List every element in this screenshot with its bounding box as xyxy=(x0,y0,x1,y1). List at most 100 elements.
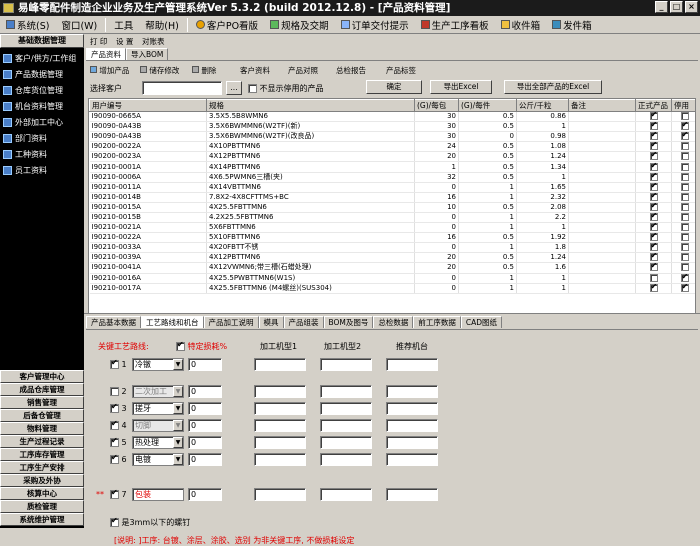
official-product-checkbox[interactable] xyxy=(635,192,672,203)
checkbox[interactable] xyxy=(680,122,689,131)
sidebar-section-process-scheduling[interactable]: 工序生产安排 xyxy=(0,461,84,474)
disabled-checkbox[interactable] xyxy=(671,262,695,274)
table-cell[interactable]: 0 xyxy=(414,242,459,254)
table-cell[interactable]: 0 xyxy=(414,212,459,224)
checkbox[interactable] xyxy=(680,162,689,171)
table-cell[interactable]: 1.24 xyxy=(516,151,569,163)
process-select[interactable]: 电镀 ▼ xyxy=(132,453,184,466)
table-cell[interactable]: I90210-0039A xyxy=(89,252,207,264)
process-select[interactable]: 冷镦 ▼ xyxy=(132,358,184,371)
table-cell[interactable]: 2.08 xyxy=(516,202,569,213)
table-cell[interactable]: I90200-0022A xyxy=(89,141,207,153)
table-cell[interactable]: 0 xyxy=(414,182,459,193)
table-cell[interactable]: 4X12PBTTMN6 xyxy=(206,151,415,163)
table-cell[interactable] xyxy=(568,283,636,294)
machine-type2-input[interactable] xyxy=(320,402,372,415)
menu-process-board[interactable]: 生产工序看板 xyxy=(415,17,495,33)
menu-spec[interactable]: 规格及交期 xyxy=(264,17,335,33)
table-cell[interactable]: 1.34 xyxy=(516,161,569,173)
table-cell[interactable]: 4X25.5PWBTTMN6(W1S) xyxy=(206,273,415,284)
sidebar-section-process-inventory[interactable]: 工序库存管理 xyxy=(0,448,84,461)
chevron-down-icon[interactable]: ▼ xyxy=(173,359,183,370)
loss-input[interactable]: 0 xyxy=(188,358,222,371)
machine-type2-input[interactable] xyxy=(320,488,372,501)
browse-customer-button[interactable]: ... xyxy=(226,81,242,95)
chevron-down-icon[interactable]: ▼ xyxy=(173,437,183,448)
column-header[interactable]: 停用 xyxy=(671,99,695,112)
column-header[interactable]: (G)/每件 xyxy=(458,99,517,112)
table-cell[interactable]: 16 xyxy=(414,232,459,244)
machine-type2-input[interactable] xyxy=(320,358,372,371)
machine-type2-input[interactable] xyxy=(320,453,372,466)
official-product-checkbox[interactable] xyxy=(635,222,672,234)
loss-input[interactable]: 0 xyxy=(188,419,222,432)
official-product-checkbox[interactable] xyxy=(635,182,672,193)
table-cell[interactable]: 24 xyxy=(414,141,459,153)
table-cell[interactable] xyxy=(568,182,636,193)
table-cell[interactable]: 0.5 xyxy=(458,151,517,163)
loss-option[interactable]: 特定损耗% xyxy=(176,340,227,352)
table-cell[interactable] xyxy=(568,192,636,203)
table-cell[interactable]: I90210-0016A xyxy=(89,273,207,284)
table-cell[interactable]: 0.5 xyxy=(458,262,517,274)
table-cell[interactable]: 30 xyxy=(414,131,459,143)
checkbox[interactable] xyxy=(680,202,689,211)
official-product-checkbox[interactable] xyxy=(635,131,672,143)
tab-import-bom[interactable]: 导入BOM xyxy=(126,48,169,60)
table-row[interactable]: I90210-0015B 4.2X25.5FBTTMN6 0 1 2.2 xyxy=(89,212,695,224)
table-cell[interactable]: I90090-0A43B xyxy=(89,131,207,143)
table-cell[interactable] xyxy=(568,222,636,234)
sidebar-section-system[interactable]: 系统维护管理 xyxy=(0,513,84,526)
table-cell[interactable]: 1.08 xyxy=(516,141,569,153)
table-row[interactable]: I90210-0006A 4X6.5PWMN6三槽(夹) 32 0.5 1 xyxy=(89,172,695,183)
tab-product-data[interactable]: 产品资料 xyxy=(86,48,126,60)
checkbox[interactable] xyxy=(649,212,658,221)
sidebar-section-accounting[interactable]: 核算中心 xyxy=(0,487,84,500)
table-cell[interactable]: 1.92 xyxy=(516,232,569,244)
disabled-checkbox[interactable] xyxy=(671,151,695,163)
menu-outbox[interactable]: 发件箱 xyxy=(546,17,598,33)
table-cell[interactable] xyxy=(568,212,636,224)
machine-type2-input[interactable] xyxy=(320,385,372,398)
checkbox[interactable] xyxy=(649,202,658,211)
table-cell[interactable]: 1 xyxy=(516,273,569,284)
tab-detail-7[interactable]: 前工序数据 xyxy=(413,316,461,328)
disabled-checkbox[interactable] xyxy=(671,182,695,193)
loss-input[interactable]: 0 xyxy=(188,453,222,466)
column-header[interactable]: 正式产品 xyxy=(635,99,672,112)
table-cell[interactable]: 2.32 xyxy=(516,192,569,203)
sidebar-section-purchasing[interactable]: 采购及外协 xyxy=(0,474,84,487)
table-cell[interactable]: 1 xyxy=(458,182,517,193)
customer-info-button[interactable]: 客户资料 xyxy=(240,65,270,76)
process-checkbox[interactable] xyxy=(110,387,119,396)
small-screw-option[interactable]: 是3mm以下的螺钉 xyxy=(110,516,190,528)
table-cell[interactable]: 0.5 xyxy=(458,252,517,264)
sidebar-header-basic-data[interactable]: 基础数据管理 xyxy=(0,34,84,48)
table-cell[interactable]: 1 xyxy=(458,212,517,224)
checkbox[interactable] xyxy=(649,152,658,161)
table-cell[interactable]: 20 xyxy=(414,262,459,274)
checkbox[interactable] xyxy=(680,132,689,141)
process-select[interactable]: 切脚 ▼ xyxy=(132,419,184,432)
statement-button[interactable]: 对账表 xyxy=(142,36,165,47)
table-cell[interactable] xyxy=(568,111,636,123)
process-checkbox[interactable] xyxy=(110,419,119,430)
column-header[interactable]: 公斤/千粒 xyxy=(516,99,569,112)
table-cell[interactable]: 0.5 xyxy=(458,172,517,183)
table-cell[interactable]: 0.5 xyxy=(458,202,517,213)
table-cell[interactable] xyxy=(568,273,636,284)
process-enable[interactable]: 4 xyxy=(110,419,127,430)
checkbox[interactable] xyxy=(649,182,658,191)
table-cell[interactable] xyxy=(568,141,636,153)
official-product-checkbox[interactable] xyxy=(635,172,672,183)
table-cell[interactable]: I90210-0041A xyxy=(89,262,207,274)
checkbox[interactable] xyxy=(680,223,689,232)
maximize-button[interactable]: □ xyxy=(670,1,683,13)
official-product-checkbox[interactable] xyxy=(635,262,672,274)
checkbox[interactable] xyxy=(649,172,658,181)
table-cell[interactable]: 1.6 xyxy=(516,262,569,274)
sidebar-section-sales[interactable]: 销售管理 xyxy=(0,396,84,409)
table-cell[interactable]: I90210-0021A xyxy=(89,222,207,234)
checkbox[interactable] xyxy=(680,212,689,221)
process-checkbox[interactable] xyxy=(110,436,119,447)
